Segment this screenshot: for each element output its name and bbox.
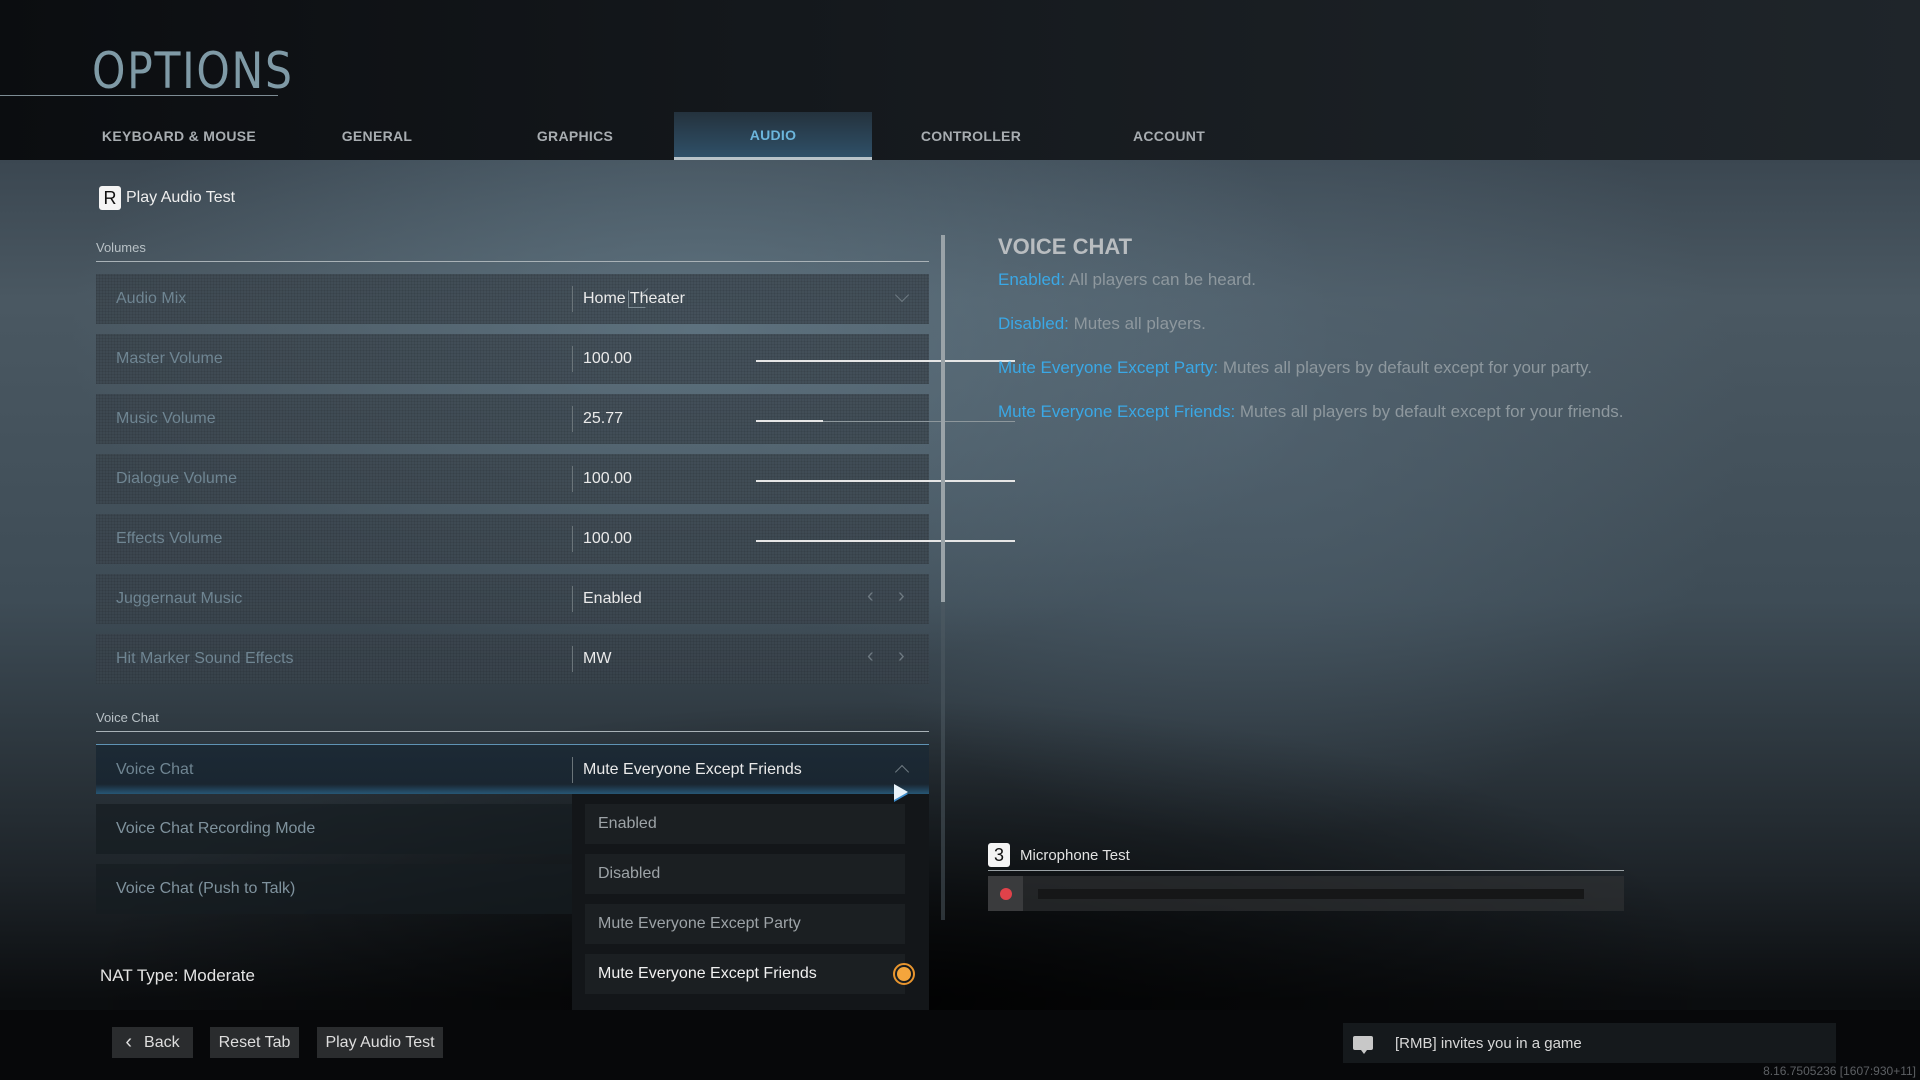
slider-fill [756,480,1015,482]
chevron-left-icon[interactable]: ‹ [867,585,874,608]
setting-master-volume[interactable]: Master Volume 100.00 [96,334,1015,384]
scrollbar-thumb[interactable] [941,235,945,602]
setting-effects-volume[interactable]: Effects Volume 100.00 [96,514,1015,564]
audio-mix-select[interactable]: Home Theater [572,286,929,312]
section-volumes: Volumes [96,240,929,262]
setting-music-volume[interactable]: Music Volume 25.77 [96,394,1015,444]
reset-tab-button[interactable]: Reset Tab [210,1027,299,1058]
info-key: Disabled: [998,314,1069,333]
setting-hit-marker-sound[interactable]: Hit Marker Sound Effects MW ‹ › [96,634,929,684]
tab-controller[interactable]: CONTROLLER [872,112,1070,160]
mouse-cursor-icon [894,784,908,800]
setting-value: 100.00 [572,346,929,372]
slider-fill [756,420,823,422]
invite-notification[interactable]: [RMB] invites you in a game [1343,1023,1836,1063]
setting-label: Voice Chat (Push to Talk) [116,880,296,897]
dropdown-option-mute-except-party[interactable]: Mute Everyone Except Party [585,904,905,944]
setting-audio-mix[interactable]: Audio Mix Home Theater [96,274,929,324]
setting-label: Music Volume [116,410,216,427]
mic-level-meter [1038,889,1584,899]
dropdown-option-mute-except-friends[interactable]: Mute Everyone Except Friends [585,954,915,994]
page-title: OPTIONS [92,42,294,100]
setting-label: Master Volume [116,350,223,367]
setting-value: 100.00 [572,526,929,552]
chevron-right-icon[interactable]: › [898,585,905,608]
dialogue-volume-slider[interactable] [756,480,1015,482]
info-item: Disabled: Mutes all players. [998,314,1798,334]
dropdown-option-disabled[interactable]: Disabled [585,854,905,894]
tab-bar: KEYBOARD & MOUSE GENERAL GRAPHICS AUDIO … [80,112,1268,160]
info-key: Enabled: [998,270,1066,289]
info-item: Enabled: All players can be heard. [998,270,1798,290]
microphone-test-header: 3 Microphone Test [988,843,1130,867]
tab-general[interactable]: GENERAL [278,112,476,160]
microphone-test-label: Microphone Test [1020,846,1130,864]
music-volume-slider[interactable] [756,420,1015,422]
voice-chat-dropdown: Enabled Disabled Mute Everyone Except Pa… [572,794,929,1010]
tab-graphics[interactable]: GRAPHICS [476,112,674,160]
tab-audio[interactable]: AUDIO [674,112,872,160]
slider-fill [756,360,1015,362]
info-text: Mutes all players by default except for … [1235,402,1624,421]
info-text: All players can be heard. [1065,270,1257,289]
info-key: Mute Everyone Except Party: [998,358,1219,377]
mic-divider [988,870,1624,871]
record-icon [999,887,1012,900]
option-label: Mute Everyone Except Friends [598,965,817,982]
chevron-right-icon[interactable]: › [898,645,905,668]
chat-bubble-icon [1353,1036,1373,1054]
setting-value: 25.77 [572,406,929,432]
info-panel: VOICE CHAT Enabled: All players can be h… [998,234,1798,446]
setting-value: Mute Everyone Except Friends [572,757,929,783]
chevron-left-icon: ‹ [125,1031,133,1053]
slider-fill [756,540,1015,542]
dropdown-option-enabled[interactable]: Enabled [585,804,905,844]
setting-value: MW [572,646,929,672]
play-audio-test-label: Play Audio Test [126,189,236,206]
setting-label: Effects Volume [116,530,223,547]
setting-dialogue-volume[interactable]: Dialogue Volume 100.00 [96,454,1015,504]
notification-text: [RMB] invites you in a game [1395,1034,1582,1052]
play-audio-test-hint[interactable]: R Play Audio Test [99,186,235,210]
section-voice-chat: Voice Chat [96,710,929,732]
setting-label: Audio Mix [116,290,187,307]
key-r-icon: R [99,186,121,210]
radio-selected-icon [893,963,915,985]
setting-label: Dialogue Volume [116,470,237,487]
setting-label: Juggernaut Music [116,590,243,607]
setting-value: Enabled [572,586,929,612]
chevron-left-icon[interactable]: ‹ [867,645,874,668]
tab-account[interactable]: ACCOUNT [1070,112,1268,160]
play-audio-test-button[interactable]: Play Audio Test [317,1027,443,1058]
build-version: 8.16.7505236 [1607:930+11] [1763,1064,1916,1078]
setting-value: Home Theater [583,290,685,307]
effects-volume-slider[interactable] [756,540,1015,542]
info-key: Mute Everyone Except Friends: [998,402,1236,421]
back-label: Back [144,1033,180,1051]
info-title: VOICE CHAT [998,234,1133,259]
mic-record-button[interactable] [988,876,1023,911]
key-3-icon: 3 [988,843,1010,867]
info-item: Mute Everyone Except Friends: Mutes all … [998,402,1798,422]
title-divider [0,95,278,96]
setting-label: Voice Chat [116,760,194,778]
microphone-test-panel [988,876,1624,911]
info-item: Mute Everyone Except Party: Mutes all pl… [998,358,1798,378]
info-text: Mutes all players by default except for … [1218,358,1593,377]
setting-label: Hit Marker Sound Effects [116,650,294,667]
master-volume-slider[interactable] [756,360,1015,362]
info-text: Mutes all players. [1068,314,1206,333]
setting-voice-chat[interactable]: Voice Chat Mute Everyone Except Friends [96,744,929,794]
back-button[interactable]: ‹ Back [112,1027,193,1058]
setting-value: 100.00 [572,466,929,492]
setting-juggernaut-music[interactable]: Juggernaut Music Enabled ‹ › [96,574,929,624]
setting-label: Voice Chat Recording Mode [116,820,316,837]
tab-keyboard-mouse[interactable]: KEYBOARD & MOUSE [80,112,278,160]
nat-type: NAT Type: Moderate [100,966,255,985]
